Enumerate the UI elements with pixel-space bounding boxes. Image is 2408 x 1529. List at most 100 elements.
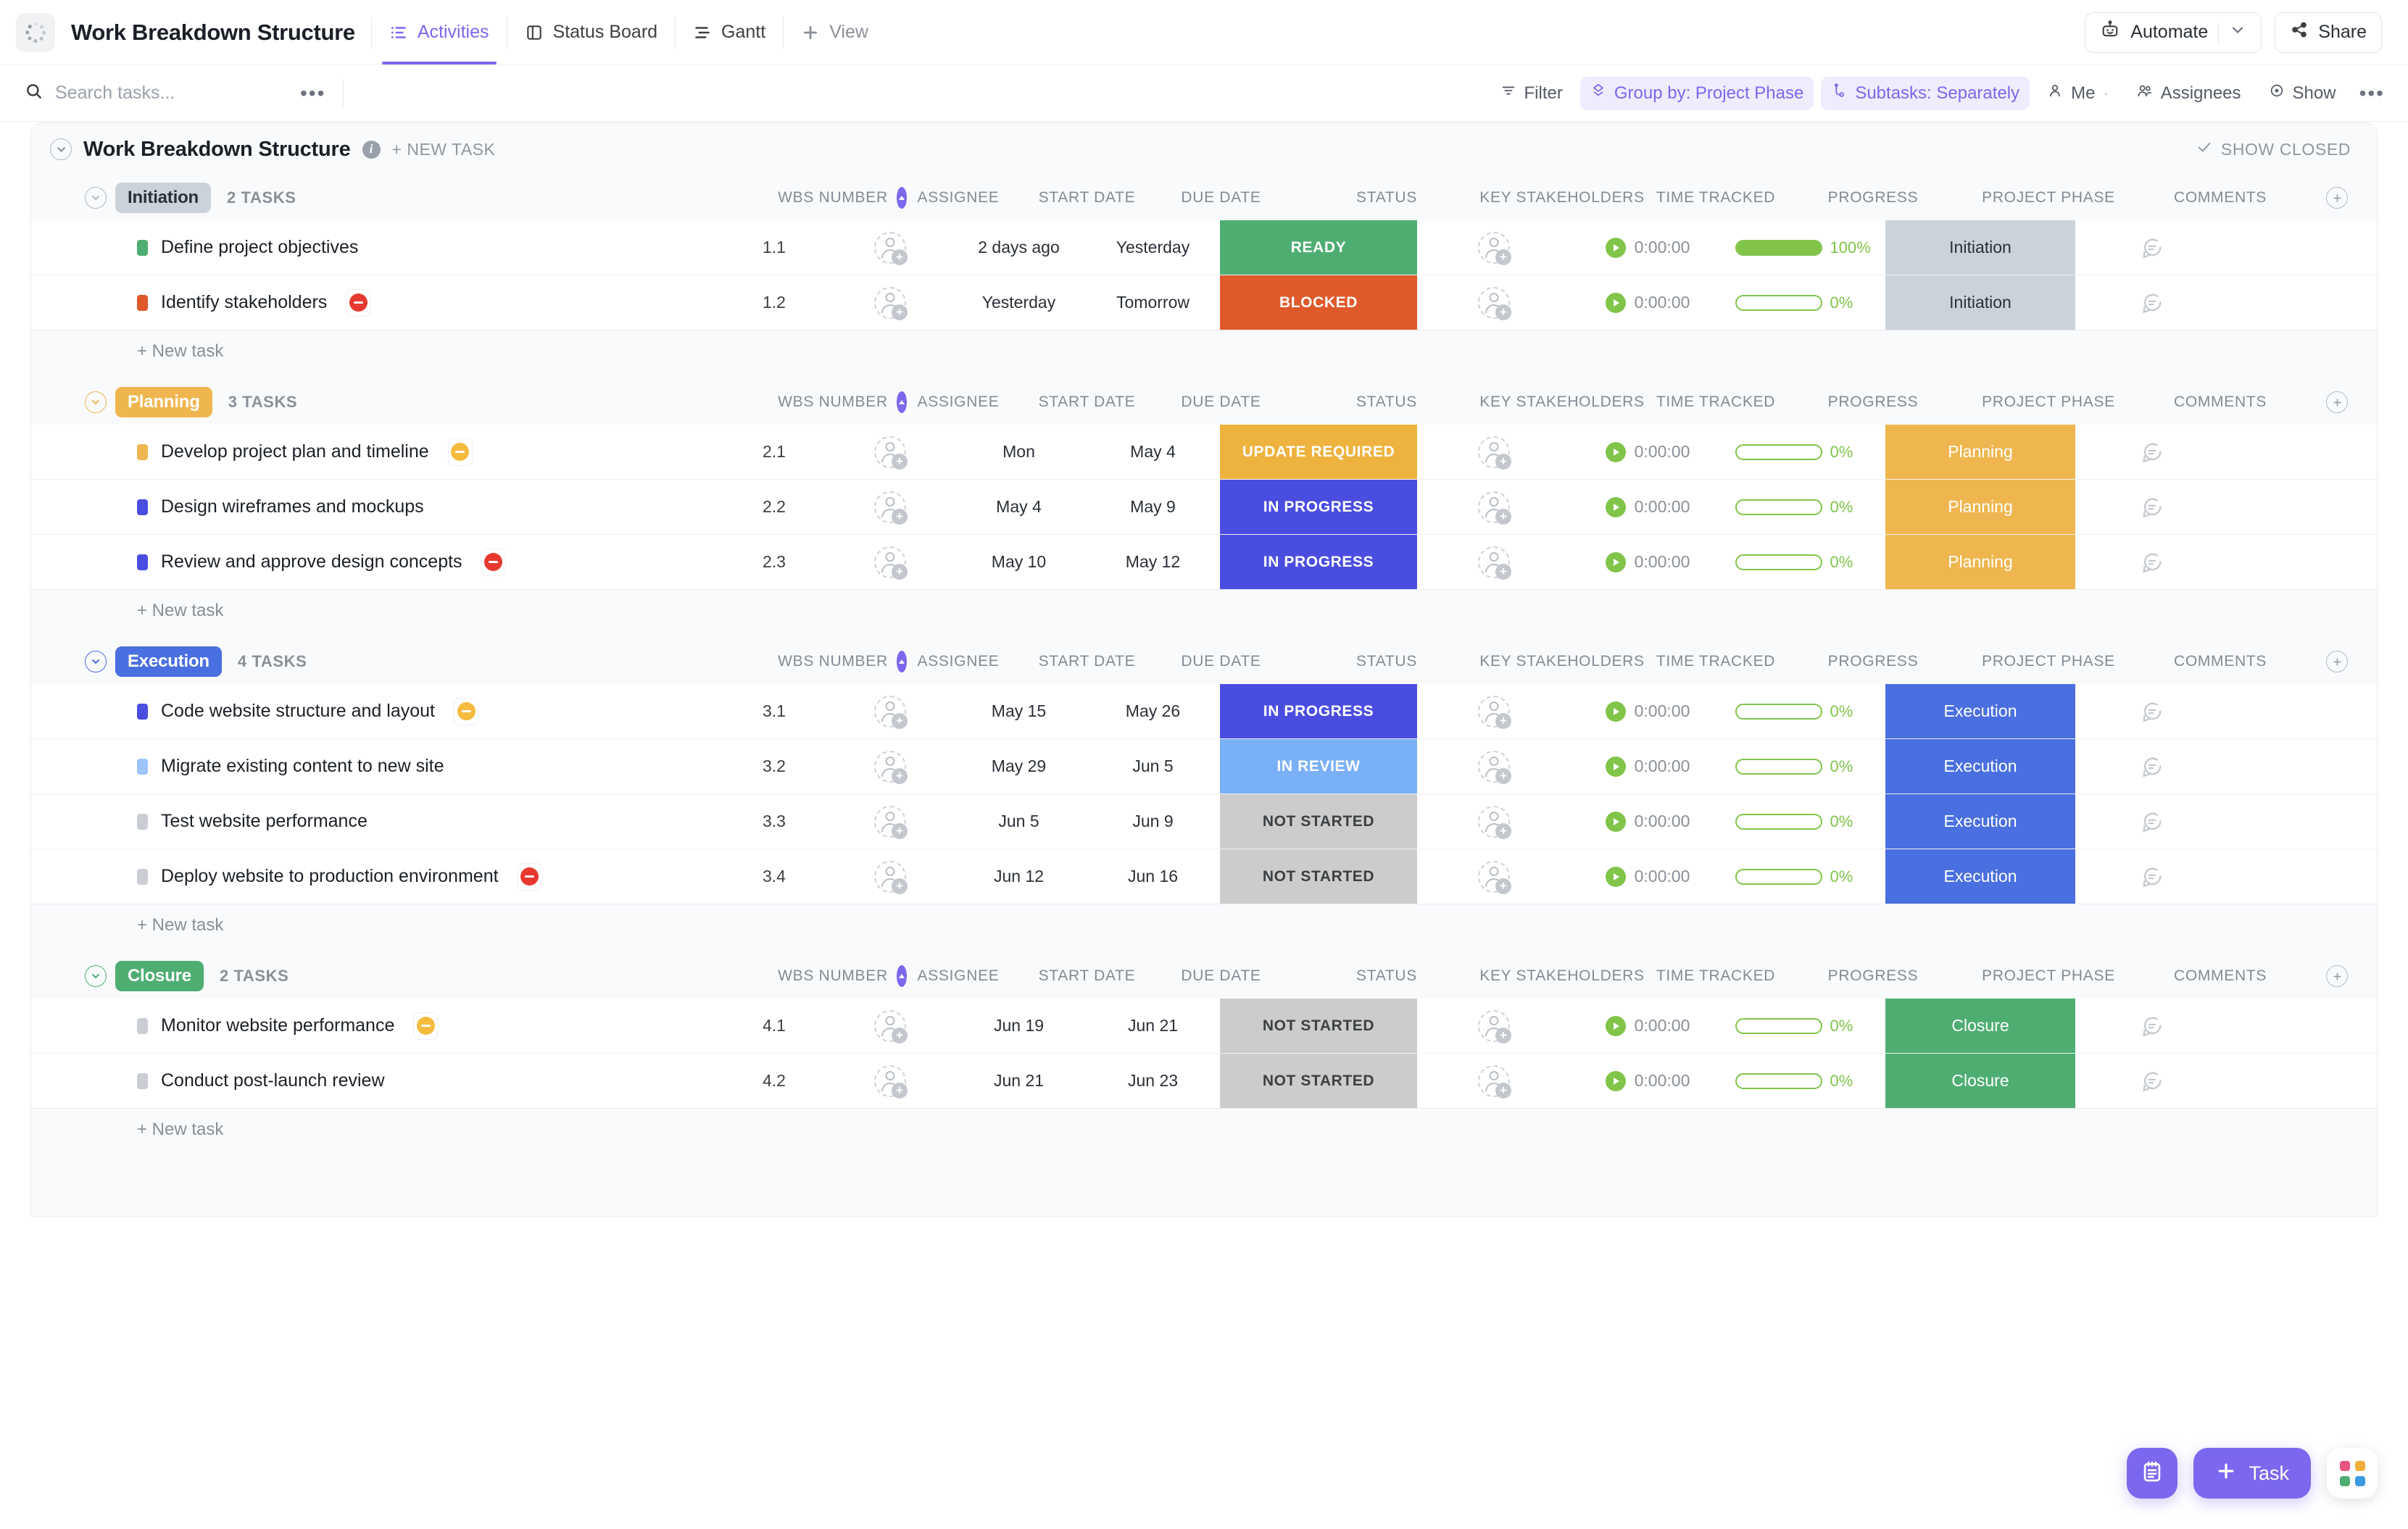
add-assignee-avatar[interactable]: + <box>1478 860 1511 894</box>
progress-bar[interactable] <box>1735 499 1822 515</box>
play-timer-icon[interactable] <box>1605 551 1626 572</box>
comment-bubble-icon[interactable] <box>2140 550 2164 575</box>
add-column-button[interactable] <box>2297 187 2377 209</box>
add-assignee-avatar[interactable]: + <box>1478 1065 1511 1099</box>
status-badge[interactable]: BLOCKED <box>1220 275 1417 330</box>
add-assignee-avatar[interactable]: + <box>1478 286 1511 320</box>
comment-bubble-icon[interactable] <box>2140 1014 2164 1038</box>
column-header-progress[interactable]: PROGRESS <box>1793 189 1954 207</box>
add-assignee-avatar[interactable]: + <box>874 286 908 320</box>
progress-bar[interactable] <box>1735 758 1822 775</box>
column-header-phase[interactable]: PROJECT PHASE <box>1954 393 2143 411</box>
column-header-time[interactable]: TIME TRACKED <box>1639 653 1793 670</box>
task-name-cell[interactable]: Migrate existing content to new site <box>31 739 720 793</box>
add-assignee-avatar[interactable]: + <box>1478 750 1511 784</box>
add-assignee-avatar[interactable]: + <box>874 1065 908 1099</box>
add-assignee-avatar[interactable]: + <box>874 546 908 580</box>
add-column-button[interactable] <box>2297 391 2377 413</box>
play-timer-icon[interactable] <box>1605 866 1626 887</box>
column-header-status[interactable]: STATUS <box>1288 393 1485 411</box>
add-assignee-avatar[interactable]: + <box>874 1009 908 1043</box>
project-phase-badge[interactable]: Closure <box>1885 999 2075 1053</box>
group-collapse-icon[interactable] <box>85 965 107 987</box>
table-row[interactable]: Conduct post-launch review 4.2 + Jun 21 Jun … <box>31 1054 2377 1109</box>
task-name-cell[interactable]: Design wireframes and mockups <box>31 480 720 534</box>
project-phase-badge[interactable]: Execution <box>1885 794 2075 849</box>
task-name-cell[interactable]: Test website performance <box>31 794 720 849</box>
group-by-button[interactable]: Group by: Project Phase <box>1579 76 1814 110</box>
play-timer-icon[interactable] <box>1605 496 1626 517</box>
group-pill[interactable]: Initiation <box>115 183 211 213</box>
comment-bubble-icon[interactable] <box>2140 440 2164 464</box>
show-closed-toggle[interactable]: SHOW CLOSED <box>2196 139 2358 159</box>
comment-bubble-icon[interactable] <box>2140 754 2164 779</box>
task-name-cell[interactable]: Monitor website performance <box>31 999 720 1053</box>
add-assignee-avatar[interactable]: + <box>874 860 908 894</box>
column-header-progress[interactable]: PROGRESS <box>1793 653 1954 670</box>
column-header-due[interactable]: DUE DATE <box>1154 653 1288 670</box>
status-badge[interactable]: NOT STARTED <box>1220 794 1417 849</box>
progress-bar[interactable] <box>1735 813 1822 830</box>
progress-bar[interactable] <box>1735 703 1822 720</box>
column-header-progress[interactable]: PROGRESS <box>1793 393 1954 411</box>
add-assignee-avatar[interactable]: + <box>874 231 908 265</box>
table-row[interactable]: Define project objectives 1.1 +2 days ago Y… <box>31 220 2377 275</box>
comment-bubble-icon[interactable] <box>2140 699 2164 724</box>
column-header-start[interactable]: START DATE <box>1020 967 1154 985</box>
add-assignee-avatar[interactable]: + <box>874 750 908 784</box>
group-collapse-icon[interactable] <box>85 651 107 672</box>
column-header-wbs[interactable]: WBS NUMBER <box>778 965 907 987</box>
column-header-time[interactable]: TIME TRACKED <box>1639 189 1793 207</box>
progress-bar[interactable] <box>1735 239 1822 256</box>
progress-bar[interactable] <box>1735 868 1822 885</box>
new-task-row[interactable]: + New task <box>31 330 2377 372</box>
status-badge[interactable]: IN REVIEW <box>1220 739 1417 793</box>
add-task-button[interactable]: Task <box>2193 1448 2311 1499</box>
comment-bubble-icon[interactable] <box>2140 865 2164 889</box>
progress-bar[interactable] <box>1735 1017 1822 1034</box>
column-header-stakeholders[interactable]: KEY STAKEHOLDERS <box>1479 653 1644 670</box>
column-header-comments[interactable]: COMMENTS <box>2143 189 2297 207</box>
play-timer-icon[interactable] <box>1605 441 1626 462</box>
add-assignee-avatar[interactable]: + <box>1478 1009 1511 1043</box>
priority-badge[interactable] <box>346 288 371 317</box>
status-badge[interactable]: IN PROGRESS <box>1220 480 1417 534</box>
task-name-cell[interactable]: Deploy website to production environment <box>31 849 720 904</box>
column-header-progress[interactable]: PROGRESS <box>1793 967 1954 985</box>
project-phase-badge[interactable]: Initiation <box>1885 220 2075 275</box>
subtasks-button[interactable]: Subtasks: Separately <box>1821 76 2030 110</box>
chevron-down-icon[interactable] <box>2229 21 2246 43</box>
column-header-comments[interactable]: COMMENTS <box>2143 393 2297 411</box>
table-row[interactable]: Develop project plan and timeline 2.1 + Mon… <box>31 425 2377 480</box>
priority-badge[interactable] <box>447 438 473 466</box>
status-badge[interactable]: NOT STARTED <box>1220 999 1417 1053</box>
status-badge[interactable]: IN PROGRESS <box>1220 535 1417 589</box>
notepad-button[interactable] <box>2127 1448 2178 1499</box>
play-timer-icon[interactable] <box>1605 292 1626 313</box>
project-phase-badge[interactable]: Planning <box>1885 535 2075 589</box>
table-row[interactable]: Identify stakeholders 1.2 + Yesterday Tomorr… <box>31 275 2377 330</box>
status-badge[interactable]: READY <box>1220 220 1417 275</box>
comment-bubble-icon[interactable] <box>2140 236 2164 260</box>
column-header-stakeholders[interactable]: KEY STAKEHOLDERS <box>1479 967 1644 985</box>
table-row[interactable]: Design wireframes and mockups 2.2 + May 4 Ma… <box>31 480 2377 535</box>
column-header-start[interactable]: START DATE <box>1020 189 1154 207</box>
column-header-phase[interactable]: PROJECT PHASE <box>1954 967 2143 985</box>
new-task-row[interactable]: + New task <box>31 904 2377 946</box>
add-assignee-avatar[interactable]: + <box>874 805 908 839</box>
group-pill[interactable]: Execution <box>115 646 222 677</box>
column-header-status[interactable]: STATUS <box>1288 967 1485 985</box>
column-header-stakeholders[interactable]: KEY STAKEHOLDERS <box>1479 393 1644 411</box>
column-header-status[interactable]: STATUS <box>1288 189 1485 207</box>
tab-add-view[interactable]: View <box>800 0 870 64</box>
table-row[interactable]: Migrate existing content to new site 3.2 +… <box>31 739 2377 794</box>
new-task-button[interactable]: + NEW TASK <box>392 140 496 159</box>
add-assignee-avatar[interactable]: + <box>1478 805 1511 839</box>
comment-bubble-icon[interactable] <box>2140 291 2164 315</box>
play-timer-icon[interactable] <box>1605 1015 1626 1036</box>
column-header-wbs[interactable]: WBS NUMBER <box>778 187 907 209</box>
play-timer-icon[interactable] <box>1605 811 1626 832</box>
add-assignee-avatar[interactable]: + <box>1478 546 1511 580</box>
task-name-cell[interactable]: Develop project plan and timeline <box>31 425 720 479</box>
apps-grid-button[interactable] <box>2327 1448 2378 1499</box>
